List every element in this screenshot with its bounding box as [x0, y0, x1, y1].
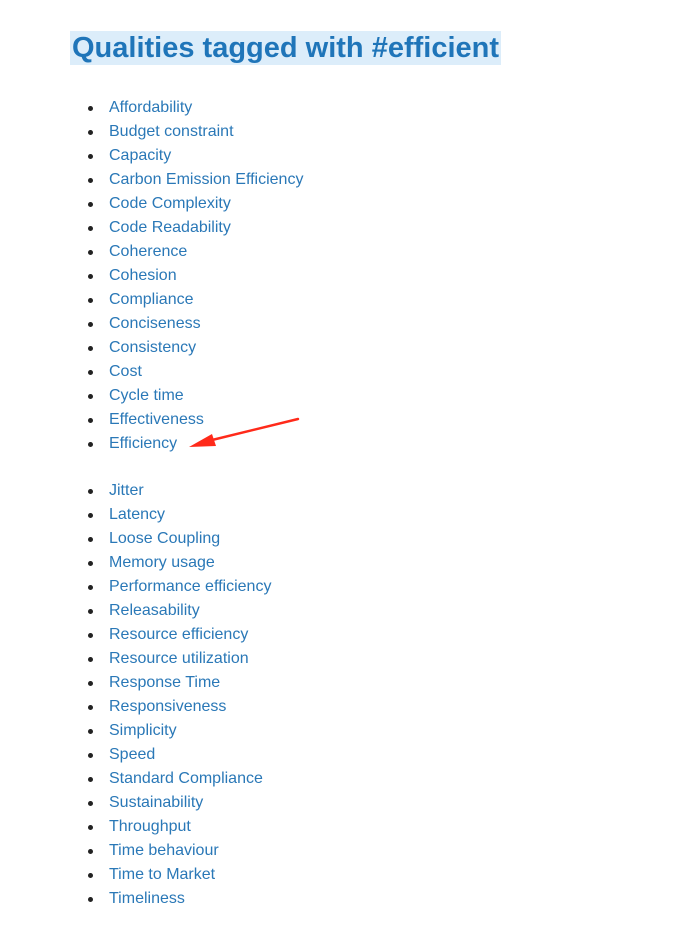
quality-link-code-complexity[interactable]: Code Complexity: [109, 192, 231, 216]
bullet-icon: [88, 777, 93, 782]
bullet-icon: [88, 561, 93, 566]
bullet-icon: [88, 633, 93, 638]
bullet-icon: [88, 226, 93, 231]
bullet-icon: [88, 873, 93, 878]
bullet-icon: [88, 897, 93, 902]
bullet-icon: [88, 705, 93, 710]
quality-link-conciseness[interactable]: Conciseness: [109, 312, 201, 336]
quality-link-budget-constraint[interactable]: Budget constraint: [109, 120, 234, 144]
quality-link-carbon-emission-efficiency[interactable]: Carbon Emission Efficiency: [109, 168, 303, 192]
quality-link-time-behaviour[interactable]: Time behaviour: [109, 839, 219, 863]
bullet-icon: [88, 753, 93, 758]
page-title: Qualities tagged with #efficient: [70, 31, 502, 65]
quality-link-cohesion[interactable]: Cohesion: [109, 264, 177, 288]
quality-link-resource-efficiency[interactable]: Resource efficiency: [109, 623, 248, 647]
bullet-icon: [88, 298, 93, 303]
quality-link-speed[interactable]: Speed: [109, 743, 155, 767]
bullet-icon: [88, 322, 93, 327]
quality-link-affordability[interactable]: Affordability: [109, 96, 192, 120]
bullet-icon: [88, 370, 93, 375]
quality-link-responsiveness[interactable]: Responsiveness: [109, 695, 226, 719]
bullet-icon: [88, 849, 93, 854]
quality-link-coherence[interactable]: Coherence: [109, 240, 187, 264]
bullet-icon: [88, 130, 93, 135]
quality-link-latency[interactable]: Latency: [109, 503, 165, 527]
quality-link-jitter[interactable]: Jitter: [109, 479, 144, 503]
annotation-arrow-head: [189, 434, 216, 447]
bullet-icon: [88, 346, 93, 351]
bullet-icon: [88, 202, 93, 207]
quality-link-releasability[interactable]: Releasability: [109, 599, 200, 623]
bullet-icon: [88, 657, 93, 662]
bullet-icon: [88, 825, 93, 830]
quality-link-compliance[interactable]: Compliance: [109, 288, 193, 312]
bullet-icon: [88, 394, 93, 399]
bullet-icon: [88, 537, 93, 542]
bullet-icon: [88, 154, 93, 159]
bullet-icon: [88, 681, 93, 686]
bullet-icon: [88, 178, 93, 183]
quality-link-cost[interactable]: Cost: [109, 360, 142, 384]
quality-link-effectiveness[interactable]: Effectiveness: [109, 408, 204, 432]
bullet-icon: [88, 106, 93, 111]
quality-link-performance-efficiency[interactable]: Performance efficiency: [109, 575, 271, 599]
quality-link-standard-compliance[interactable]: Standard Compliance: [109, 767, 263, 791]
quality-link-capacity[interactable]: Capacity: [109, 144, 171, 168]
annotation-arrow-icon: [189, 417, 300, 447]
bullet-icon: [88, 489, 93, 494]
bullet-icon: [88, 418, 93, 423]
bullet-icon: [88, 274, 93, 279]
bullet-icon: [88, 585, 93, 590]
quality-link-efficiency[interactable]: Efficiency: [109, 432, 177, 456]
quality-link-simplicity[interactable]: Simplicity: [109, 719, 177, 743]
quality-link-memory-usage[interactable]: Memory usage: [109, 551, 215, 575]
quality-link-loose-coupling[interactable]: Loose Coupling: [109, 527, 220, 551]
quality-link-consistency[interactable]: Consistency: [109, 336, 196, 360]
quality-link-resource-utilization[interactable]: Resource utilization: [109, 647, 249, 671]
quality-link-timeliness[interactable]: Timeliness: [109, 887, 185, 911]
annotation-arrow-shaft: [206, 417, 300, 443]
bullet-icon: [88, 729, 93, 734]
quality-link-sustainability[interactable]: Sustainability: [109, 791, 203, 815]
quality-link-throughput[interactable]: Throughput: [109, 815, 191, 839]
quality-link-time-to-market[interactable]: Time to Market: [109, 863, 215, 887]
quality-link-response-time[interactable]: Response Time: [109, 671, 220, 695]
bullet-icon: [88, 442, 93, 447]
bullet-icon: [88, 250, 93, 255]
bullet-icon: [88, 609, 93, 614]
bullet-icon: [88, 801, 93, 806]
quality-link-cycle-time[interactable]: Cycle time: [109, 384, 184, 408]
quality-link-code-readability[interactable]: Code Readability: [109, 216, 231, 240]
bullet-icon: [88, 513, 93, 518]
